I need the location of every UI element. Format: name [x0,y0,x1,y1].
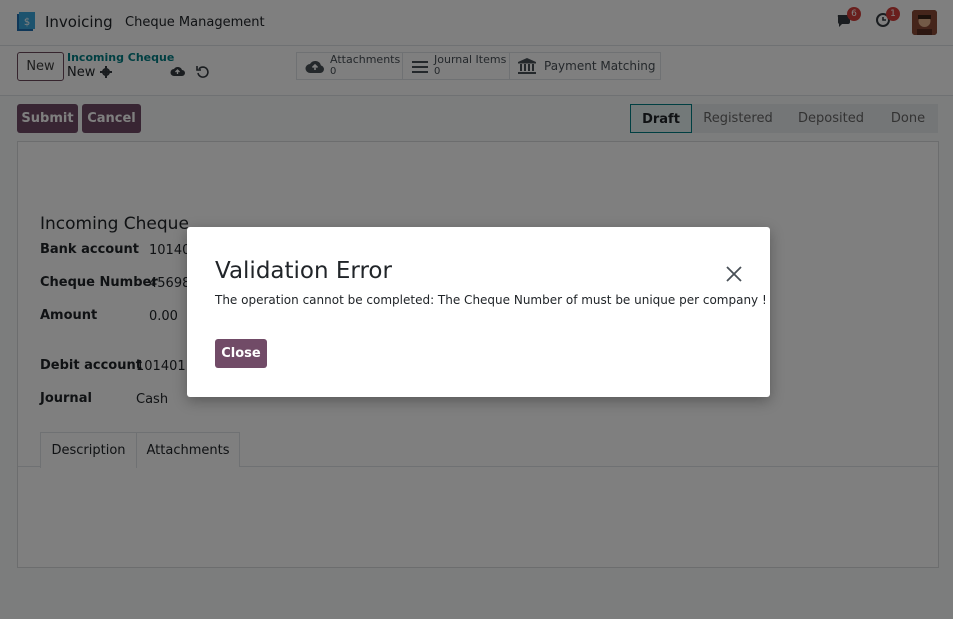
dialog-close-button[interactable]: Close [215,339,267,368]
validation-error-dialog: Validation Error The operation cannot be… [187,227,770,397]
close-icon[interactable] [724,264,744,284]
dialog-title: Validation Error [215,258,392,284]
dialog-message: The operation cannot be completed: The C… [215,293,767,307]
